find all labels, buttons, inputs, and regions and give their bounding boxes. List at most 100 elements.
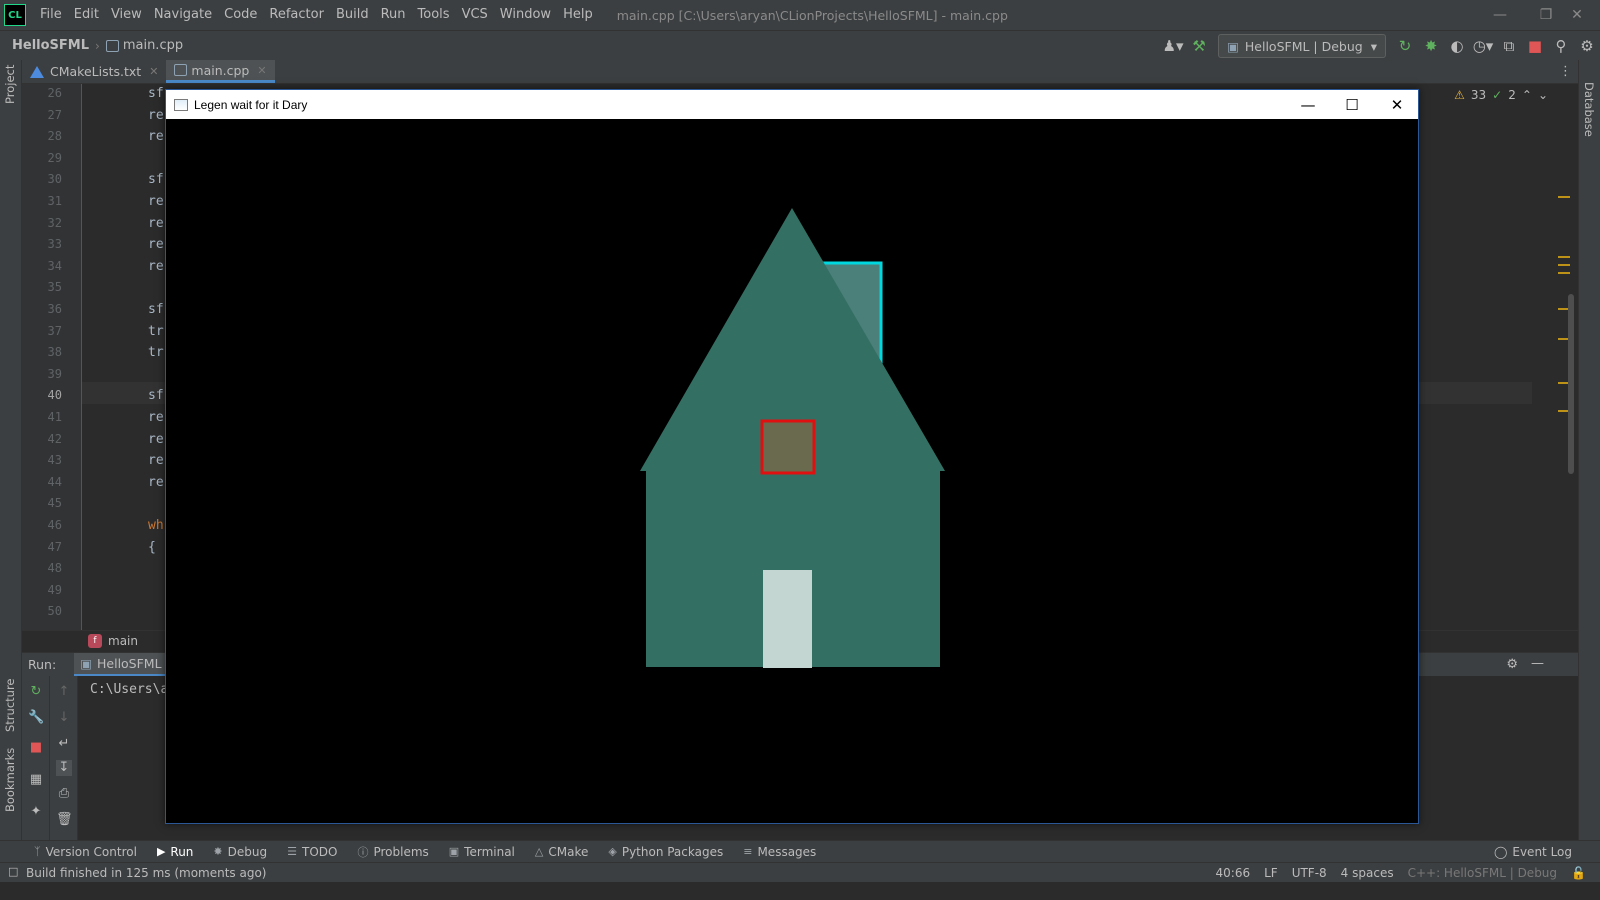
- menu-tools[interactable]: Tools: [412, 0, 456, 30]
- console-output[interactable]: C:\Users\a: [90, 682, 168, 697]
- menu-file[interactable]: File: [34, 0, 68, 30]
- close-icon[interactable]: ✕: [1374, 90, 1420, 119]
- user-icon[interactable]: ♟▾: [1160, 33, 1186, 59]
- tab-main-cpp[interactable]: main.cpp ✕: [166, 60, 275, 83]
- sfml-app-window[interactable]: Legen wait for it Dary — ☐ ✕: [165, 89, 1419, 824]
- menu-vcs[interactable]: VCS: [456, 0, 494, 30]
- breadcrumb-project[interactable]: HelloSFML: [12, 38, 89, 53]
- close-tab-icon[interactable]: ✕: [257, 64, 266, 77]
- menu-refactor[interactable]: Refactor: [263, 0, 330, 30]
- menu-build[interactable]: Build: [330, 0, 375, 30]
- tool-run[interactable]: ▶ Run: [157, 845, 193, 859]
- code-line[interactable]: tr: [148, 324, 164, 339]
- code-line[interactable]: tr: [148, 345, 164, 360]
- error-stripe-mark[interactable]: [1558, 272, 1570, 274]
- caret-position[interactable]: 40:66: [1216, 866, 1251, 880]
- code-line[interactable]: re: [148, 237, 164, 252]
- error-stripe-mark[interactable]: [1558, 196, 1570, 198]
- profile-icon[interactable]: ◷▾: [1470, 33, 1496, 59]
- lock-icon[interactable]: 🔓: [1571, 866, 1586, 880]
- debug-bug-icon[interactable]: ✸: [1418, 33, 1444, 59]
- minimize-icon[interactable]: —: [1285, 90, 1331, 119]
- tool-python-packages[interactable]: ◈ Python Packages: [608, 845, 723, 859]
- code-line[interactable]: {: [148, 540, 156, 555]
- line-separator[interactable]: LF: [1264, 866, 1278, 880]
- file-encoding[interactable]: UTF-8: [1292, 866, 1327, 880]
- status-panel-icon[interactable]: □: [8, 865, 18, 878]
- menu-window[interactable]: Window: [494, 0, 557, 30]
- more-vertical-icon[interactable]: ⋮: [1559, 64, 1572, 79]
- status-message[interactable]: Build finished in 125 ms (moments ago): [26, 866, 267, 880]
- database-panel-toggle[interactable]: Database: [1582, 82, 1596, 137]
- code-line[interactable]: re: [148, 216, 164, 231]
- tool-problems[interactable]: ⓘ Problems: [357, 844, 428, 860]
- code-line[interactable]: re: [148, 194, 164, 209]
- menu-view[interactable]: View: [105, 0, 148, 30]
- maximize-icon[interactable]: ☐: [1329, 90, 1375, 119]
- chevron-down-icon[interactable]: ⌄: [1538, 88, 1548, 102]
- layout-icon[interactable]: ▦: [28, 772, 44, 788]
- run-configuration-select[interactable]: ▣ HelloSFML | Debug ▾: [1218, 34, 1386, 58]
- code-line[interactable]: re: [148, 108, 164, 123]
- code-line[interactable]: re: [148, 432, 164, 447]
- bookmarks-panel-toggle[interactable]: Bookmarks: [3, 748, 17, 812]
- tool-terminal[interactable]: ▣ Terminal: [449, 845, 515, 859]
- scroll-to-end-icon[interactable]: ↧: [56, 760, 72, 776]
- soft-wrap-icon[interactable]: ↵: [56, 736, 72, 752]
- search-icon[interactable]: ⚲: [1548, 33, 1574, 59]
- tool-debug[interactable]: ✸ Debug: [213, 845, 267, 859]
- coverage-icon[interactable]: ◐: [1444, 33, 1470, 59]
- structure-panel-toggle[interactable]: Structure: [3, 679, 17, 733]
- menu-navigate[interactable]: Navigate: [148, 0, 218, 30]
- code-line[interactable]: re: [148, 475, 164, 490]
- attach-icon[interactable]: ⧉: [1496, 33, 1522, 59]
- error-stripe-mark[interactable]: [1558, 256, 1570, 258]
- rerun-icon[interactable]: ↻: [1392, 33, 1418, 59]
- editor-scrollbar[interactable]: [1568, 294, 1574, 474]
- tab-cmakelists[interactable]: CMakeLists.txt ✕: [22, 60, 166, 83]
- code-line[interactable]: re: [148, 410, 164, 425]
- stop-icon[interactable]: ■: [28, 740, 44, 756]
- build-hammer-icon[interactable]: ⚒: [1186, 33, 1212, 59]
- pin-icon[interactable]: ✦: [28, 804, 44, 820]
- close-tab-icon[interactable]: ✕: [149, 65, 158, 78]
- arrow-up-icon[interactable]: ↑: [56, 684, 72, 700]
- tool-messages[interactable]: ≡ Messages: [743, 845, 816, 859]
- print-icon[interactable]: ⎙: [56, 786, 72, 802]
- code-line[interactable]: wh: [148, 518, 164, 533]
- minimize-icon[interactable]: —: [1477, 0, 1523, 30]
- close-icon[interactable]: ✕: [1554, 0, 1600, 30]
- rerun-icon[interactable]: ↻: [28, 684, 44, 700]
- code-line[interactable]: sf: [148, 388, 164, 403]
- code-line[interactable]: re: [148, 259, 164, 274]
- wrench-icon[interactable]: 🔧: [28, 710, 44, 726]
- menu-edit[interactable]: Edit: [68, 0, 105, 30]
- stop-icon[interactable]: ■: [1522, 33, 1548, 59]
- breadcrumb-function[interactable]: main: [108, 634, 138, 648]
- settings-gear-icon[interactable]: ⚙: [1574, 33, 1600, 59]
- project-panel-toggle[interactable]: Project: [3, 65, 17, 104]
- trash-icon[interactable]: 🗑: [56, 812, 73, 828]
- indent-setting[interactable]: 4 spaces: [1341, 866, 1394, 880]
- code-line[interactable]: sf: [148, 86, 164, 101]
- sfml-window-titlebar[interactable]: Legen wait for it Dary — ☐ ✕: [166, 90, 1418, 119]
- tool-cmake[interactable]: △ CMake: [535, 845, 588, 859]
- inspection-widget[interactable]: ⚠ 33 ✓ 2 ⌃ ⌄: [1454, 88, 1548, 102]
- menu-help[interactable]: Help: [557, 0, 599, 30]
- tool-event-log[interactable]: ◯ Event Log: [1494, 841, 1572, 863]
- code-line[interactable]: sf: [148, 302, 164, 317]
- sfml-canvas[interactable]: [166, 119, 1418, 823]
- tool-version-control[interactable]: ᛉ Version Control: [34, 845, 137, 859]
- code-line[interactable]: re: [148, 453, 164, 468]
- settings-gear-icon[interactable]: ⚙: [1506, 657, 1518, 672]
- error-stripe-mark[interactable]: [1558, 264, 1570, 266]
- menu-run[interactable]: Run: [375, 0, 412, 30]
- code-line[interactable]: re: [148, 129, 164, 144]
- code-line[interactable]: sf: [148, 172, 164, 187]
- hide-panel-icon[interactable]: —: [1531, 656, 1544, 671]
- arrow-down-icon[interactable]: ↓: [56, 710, 72, 726]
- chevron-up-icon[interactable]: ⌃: [1522, 88, 1532, 102]
- breadcrumb-file[interactable]: main.cpp: [123, 38, 183, 53]
- language-context[interactable]: C++: HelloSFML | Debug: [1408, 866, 1557, 880]
- menu-code[interactable]: Code: [218, 0, 263, 30]
